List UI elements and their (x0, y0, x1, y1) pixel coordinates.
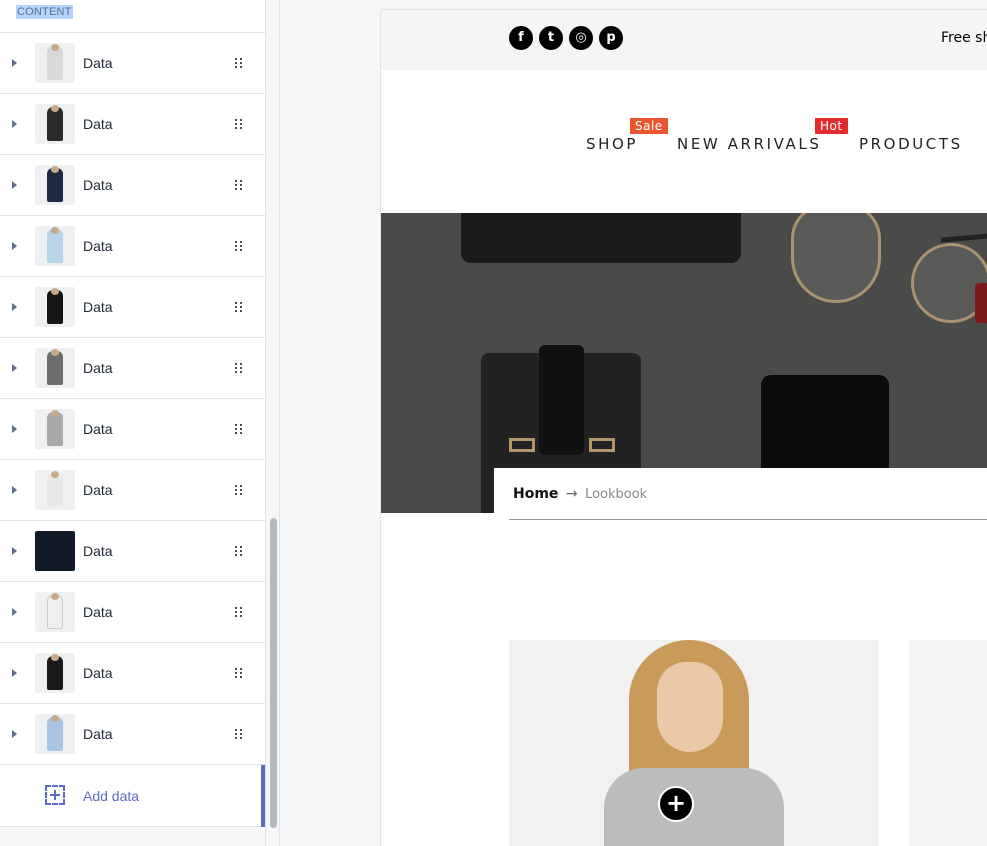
plus-icon[interactable]: + (658, 786, 694, 822)
list-item[interactable]: Data (0, 460, 265, 521)
twitter-icon[interactable]: t (539, 26, 563, 50)
product-thumbnail (35, 226, 75, 266)
caret-right-icon[interactable] (12, 547, 17, 555)
arrow-right-icon: → (565, 486, 578, 502)
drag-handle-icon[interactable] (235, 180, 243, 191)
drag-handle-icon[interactable] (235, 241, 243, 252)
list-item[interactable]: Data (0, 704, 265, 765)
drag-handle-icon[interactable] (235, 546, 243, 557)
storefront-preview: f t ◎ p Free sh Sale SHOP Hot NEW ARRIVA… (381, 10, 987, 846)
content-section-label: CONTENT (16, 5, 73, 19)
product-thumbnail (35, 714, 75, 754)
caret-right-icon[interactable] (12, 59, 17, 67)
block-label: Data (83, 238, 113, 254)
product-thumbnail (35, 287, 75, 327)
drag-handle-icon[interactable] (235, 302, 243, 313)
drag-handle-icon[interactable] (235, 424, 243, 435)
sidebar: CONTENT Data Data Data Data Data Data Da… (0, 0, 266, 846)
list-item[interactable]: Data (0, 94, 265, 155)
product-thumbnail (35, 653, 75, 693)
breadcrumb-current: Lookbook (585, 487, 648, 502)
add-data-button[interactable]: Add data (0, 765, 265, 827)
drag-handle-icon[interactable] (235, 58, 243, 69)
selection-indicator (261, 765, 265, 827)
block-label: Data (83, 116, 113, 132)
list-item[interactable]: Data (0, 33, 265, 94)
product-thumbnail (35, 470, 75, 510)
drag-handle-icon[interactable] (235, 119, 243, 130)
caret-right-icon[interactable] (12, 425, 17, 433)
list-item[interactable]: Data (0, 216, 265, 277)
block-list: Data Data Data Data Data Data Data Data … (0, 33, 265, 827)
product-thumbnail (35, 592, 75, 632)
list-item[interactable]: Data (0, 338, 265, 399)
sale-badge: Sale (630, 118, 668, 134)
drag-handle-icon[interactable] (235, 607, 243, 618)
product-thumbnail (35, 165, 75, 205)
block-label: Data (83, 299, 113, 315)
caret-right-icon[interactable] (12, 730, 17, 738)
caret-right-icon[interactable] (12, 669, 17, 677)
caret-right-icon[interactable] (12, 303, 17, 311)
caret-right-icon[interactable] (12, 364, 17, 372)
block-label: Data (83, 726, 113, 742)
nav-products[interactable]: PRODUCTS (859, 135, 963, 153)
block-label: Data (83, 55, 113, 71)
caret-right-icon[interactable] (12, 486, 17, 494)
list-item[interactable]: Data (0, 643, 265, 704)
breadcrumb: Home → Lookbook (494, 468, 987, 520)
list-item[interactable]: Data (0, 582, 265, 643)
sidebar-header: CONTENT (0, 0, 265, 33)
caret-right-icon[interactable] (12, 120, 17, 128)
caret-right-icon[interactable] (12, 181, 17, 189)
block-label: Data (83, 543, 113, 559)
list-item[interactable]: Data (0, 521, 265, 582)
block-label: Data (83, 421, 113, 437)
caret-right-icon[interactable] (12, 242, 17, 250)
product-thumbnail (35, 104, 75, 144)
sidebar-scrollbar[interactable] (268, 0, 280, 846)
product-thumbnail (35, 531, 75, 571)
product-thumbnail (35, 409, 75, 449)
add-block-icon (45, 785, 65, 805)
list-item[interactable]: Data (0, 155, 265, 216)
list-item[interactable]: Data (0, 277, 265, 338)
hot-badge: Hot (815, 118, 848, 134)
facebook-icon[interactable]: f (509, 26, 533, 50)
product-thumbnail (35, 348, 75, 388)
list-item[interactable]: Data (0, 399, 265, 460)
instagram-icon[interactable]: ◎ (569, 26, 593, 50)
block-label: Data (83, 665, 113, 681)
block-label: Data (83, 360, 113, 376)
divider (509, 519, 987, 520)
lookbook-image (909, 640, 987, 846)
block-label: Data (83, 177, 113, 193)
main-navigation: Sale SHOP Hot NEW ARRIVALS PRODUCTS (381, 70, 987, 213)
block-label: Data (83, 482, 113, 498)
drag-handle-icon[interactable] (235, 729, 243, 740)
drag-handle-icon[interactable] (235, 668, 243, 679)
pinterest-icon[interactable]: p (599, 26, 623, 50)
announcement-text: Free sh (941, 30, 987, 46)
nav-shop[interactable]: SHOP (586, 135, 638, 153)
lookbook-image: + (509, 640, 879, 846)
caret-right-icon[interactable] (12, 608, 17, 616)
nav-new-arrivals[interactable]: NEW ARRIVALS (677, 135, 821, 153)
breadcrumb-home[interactable]: Home (513, 486, 558, 502)
product-thumbnail (35, 43, 75, 83)
add-data-label: Add data (83, 788, 140, 804)
theme-editor: CONTENT Data Data Data Data Data Data Da… (0, 0, 987, 846)
drag-handle-icon[interactable] (235, 485, 243, 496)
scrollbar-thumb[interactable] (270, 518, 277, 828)
drag-handle-icon[interactable] (235, 363, 243, 374)
announcement-bar: f t ◎ p Free sh (381, 10, 987, 70)
block-label: Data (83, 604, 113, 620)
